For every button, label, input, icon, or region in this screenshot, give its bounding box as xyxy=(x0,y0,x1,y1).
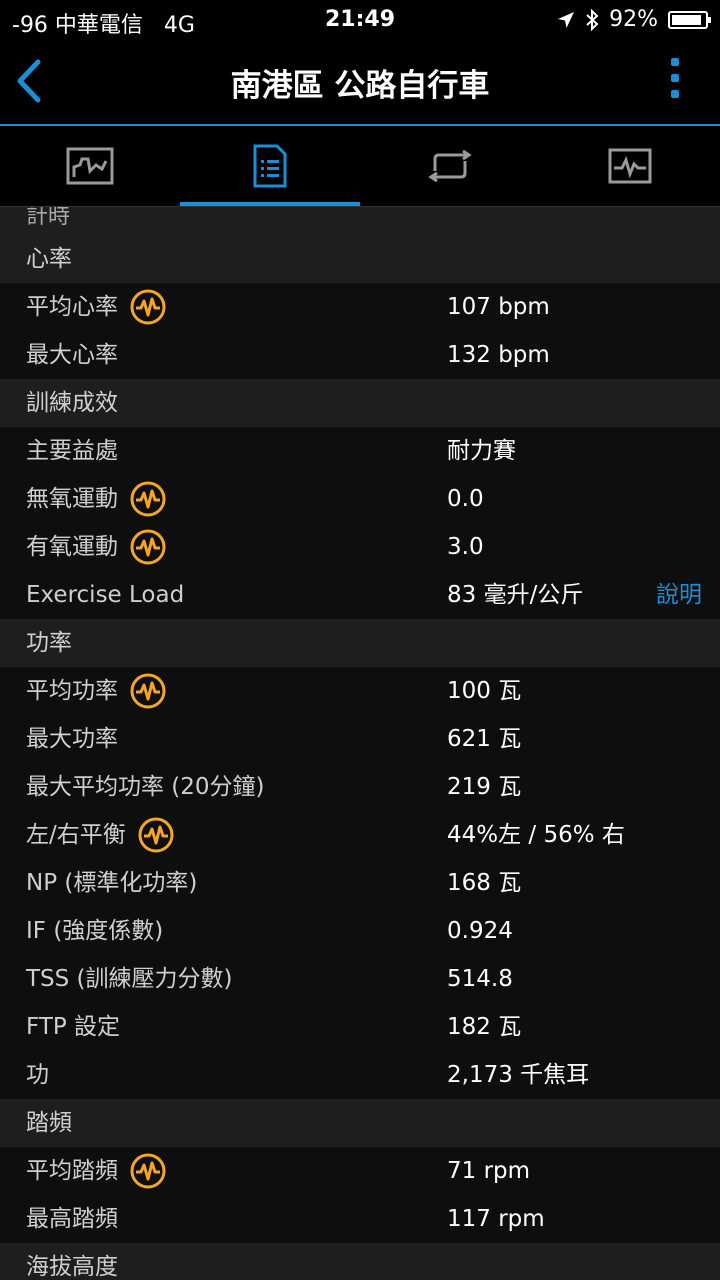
row-label: TSS (訓練壓力分數) xyxy=(26,966,233,992)
row-max-heart-rate: 最大心率 132 bpm xyxy=(0,331,720,379)
row-value: 182 瓦 xyxy=(447,1014,522,1040)
row-value: 219 瓦 xyxy=(447,774,522,800)
row-label: IF (強度係數) xyxy=(26,918,164,944)
row-label: FTP 設定 xyxy=(26,1014,121,1040)
heart-rate-icon[interactable] xyxy=(130,481,166,517)
row-value: 621 瓦 xyxy=(447,726,522,752)
heart-rate-icon[interactable] xyxy=(130,529,166,565)
row-value: 3.0 xyxy=(447,534,484,560)
row-avg-power: 平均功率 100 瓦 xyxy=(0,667,720,715)
chart-tab-icon xyxy=(66,147,114,185)
row-value: 0.0 xyxy=(447,486,484,512)
status-right: 92% xyxy=(557,7,711,32)
row-primary-benefit: 主要益處 耐力賽 xyxy=(0,427,720,475)
row-intensity-factor: IF (強度係數) 0.924 xyxy=(0,907,720,955)
row-value: 耐力賽 xyxy=(447,438,516,464)
row-label: NP (標準化功率) xyxy=(26,870,198,896)
status-bar: -96 中華電信 4G 21:49 92% xyxy=(0,0,720,40)
explain-link[interactable]: 說明 xyxy=(656,571,702,619)
details-tab-icon xyxy=(253,144,287,188)
battery-icon xyxy=(668,10,711,29)
section-header-elevation: 海拔高度 xyxy=(0,1243,720,1280)
row-label: 平均功率 xyxy=(26,678,118,704)
row-value: 117 rpm xyxy=(447,1206,545,1232)
row-label: 左/右平衡 xyxy=(26,822,126,848)
row-value: 2,173 千焦耳 xyxy=(447,1062,590,1088)
navigation-bar: 南港區 公路自行車 xyxy=(0,40,720,126)
row-left-right-balance: 左/右平衡 44%左 / 56% 右 xyxy=(0,811,720,859)
row-label: 最大功率 xyxy=(26,726,118,752)
row-label: 有氧運動 xyxy=(26,534,118,560)
row-exercise-load: Exercise Load 83 毫升/公斤 說明 xyxy=(0,571,720,619)
row-value: 132 bpm xyxy=(447,342,550,368)
battery-percent: 92% xyxy=(609,7,658,32)
row-label: 平均心率 xyxy=(26,294,118,320)
graph-tab-icon xyxy=(608,148,652,184)
row-label: 最大心率 xyxy=(26,342,118,368)
tab-details[interactable] xyxy=(180,126,360,206)
row-avg-cadence: 平均踏頻 71 rpm xyxy=(0,1147,720,1195)
row-label: 平均踏頻 xyxy=(26,1158,118,1184)
row-value: 83 毫升/公斤 xyxy=(447,582,584,608)
location-arrow-icon xyxy=(558,11,575,28)
row-max-cadence: 最高踏頻 117 rpm xyxy=(0,1195,720,1243)
row-value: 100 瓦 xyxy=(447,678,522,704)
row-value: 44%左 / 56% 右 xyxy=(447,822,625,848)
row-anaerobic: 無氧運動 0.0 xyxy=(0,475,720,523)
row-tss: TSS (訓練壓力分數) 514.8 xyxy=(0,955,720,1003)
tab-bar xyxy=(0,126,720,207)
heart-rate-icon[interactable] xyxy=(130,1153,166,1189)
section-header-training-effect: 訓練成效 xyxy=(0,379,720,427)
row-aerobic: 有氧運動 3.0 xyxy=(0,523,720,571)
row-value: 0.924 xyxy=(447,918,513,944)
page-title: 南港區 公路自行車 xyxy=(230,68,490,104)
section-header-power: 功率 xyxy=(0,619,720,667)
section-header-timing: 計時 xyxy=(0,207,720,235)
laps-tab-icon xyxy=(428,149,472,183)
row-value: 71 rpm xyxy=(447,1158,531,1184)
row-value: 514.8 xyxy=(447,966,513,992)
row-label: 主要益處 xyxy=(26,438,118,464)
bluetooth-icon xyxy=(586,8,599,31)
row-label: 最大平均功率 (20分鐘) xyxy=(26,774,265,800)
row-avg-heart-rate: 平均心率 107 bpm xyxy=(0,283,720,331)
tab-overview[interactable] xyxy=(0,126,180,206)
row-label: Exercise Load xyxy=(26,582,185,608)
row-value: 168 瓦 xyxy=(447,870,522,896)
tab-laps[interactable] xyxy=(360,126,540,206)
tab-graphs[interactable] xyxy=(540,126,720,206)
row-label: 無氧運動 xyxy=(26,486,118,512)
row-label: 最高踏頻 xyxy=(26,1206,118,1232)
more-options-button[interactable] xyxy=(670,58,680,108)
row-normalized-power: NP (標準化功率) 168 瓦 xyxy=(0,859,720,907)
row-value: 107 bpm xyxy=(447,294,550,320)
more-vertical-icon xyxy=(670,58,680,98)
row-work: 功 2,173 千焦耳 xyxy=(0,1051,720,1099)
row-max-avg-power-20min: 最大平均功率 (20分鐘) 219 瓦 xyxy=(0,763,720,811)
heart-rate-icon[interactable] xyxy=(130,289,166,325)
heart-rate-icon[interactable] xyxy=(130,673,166,709)
section-header-cadence: 踏頻 xyxy=(0,1099,720,1147)
row-label: 功 xyxy=(26,1062,49,1088)
section-header-heart-rate: 心率 xyxy=(0,235,720,283)
heart-rate-icon[interactable] xyxy=(138,817,174,853)
activity-details-list[interactable]: 計時 心率 平均心率 107 bpm 最大心率 132 bpm 訓練成效 主要益… xyxy=(0,207,720,1280)
row-ftp-setting: FTP 設定 182 瓦 xyxy=(0,1003,720,1051)
row-max-power: 最大功率 621 瓦 xyxy=(0,715,720,763)
